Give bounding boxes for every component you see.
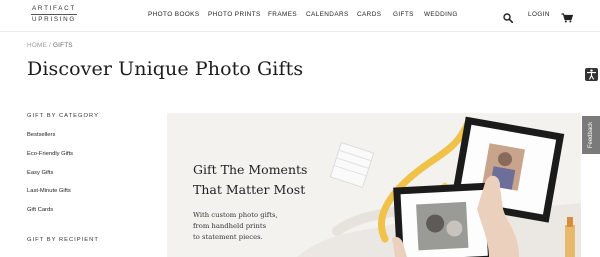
page-title: Discover Unique Photo Gifts [27,58,304,80]
artifact-uprising-logo[interactable]: ARTIFACT UPRISING [31,5,77,23]
nav-frames[interactable]: FRAMES [268,11,297,18]
hero-description-line-2: from handheld prints [193,222,267,230]
nav-gifts[interactable]: GIFTS [393,11,414,18]
hero-heading-line-1: Gift The Moments [193,162,308,177]
cart-icon[interactable] [561,10,574,28]
gift-by-recipient-heading: GIFT BY RECIPIENT [27,237,99,243]
breadcrumb-current: GIFTS [52,42,73,49]
nav-cards[interactable]: CARDS [357,11,381,18]
sidebar-item-gift-cards[interactable]: Gift Cards [27,207,53,213]
top-navigation-bar: ARTIFACT UPRISING PHOTO BOOKS PHOTO PRIN… [0,0,600,32]
sidebar-item-easy-gifts[interactable]: Easy Gifts [27,170,53,176]
nav-calendars[interactable]: CALENDARS [306,11,349,18]
hero-description-line-3: to statement pieces. [193,233,263,241]
breadcrumb-separator: / [48,42,51,49]
logo-line-2: UPRISING [31,16,77,23]
hero-description: With custom photo gifts, from handheld p… [193,210,333,243]
accessibility-button[interactable] [585,68,598,81]
hero-description-line-1: With custom photo gifts, [193,211,278,219]
logo-line-1: ARTIFACT [32,5,76,12]
gift-by-category-heading: GIFT BY CATEGORY [27,113,99,119]
login-link[interactable]: LOGIN [528,11,550,18]
sidebar-item-bestsellers[interactable]: Bestsellers [27,132,55,138]
breadcrumb: HOME / GIFTS [27,42,73,49]
nav-photo-prints[interactable]: PHOTO PRINTS [208,11,261,18]
breadcrumb-home[interactable]: HOME [27,42,47,49]
nav-wedding[interactable]: WEDDING [424,11,458,18]
feedback-label: Feedback [588,121,594,149]
hero-heading: Gift The Moments That Matter Most [193,160,333,200]
sidebar-item-last-minute-gifts[interactable]: Last-Minute Gifts [27,188,71,194]
sidebar-item-eco-friendly-gifts[interactable]: Eco-Friendly Gifts [27,151,73,157]
search-icon[interactable] [503,10,514,28]
nav-photo-books[interactable]: PHOTO BOOKS [148,11,200,18]
hero-heading-line-2: That Matter Most [193,182,306,197]
logo-divider [31,14,77,15]
accessibility-icon [586,69,597,80]
feedback-tab[interactable]: Feedback [582,116,600,154]
